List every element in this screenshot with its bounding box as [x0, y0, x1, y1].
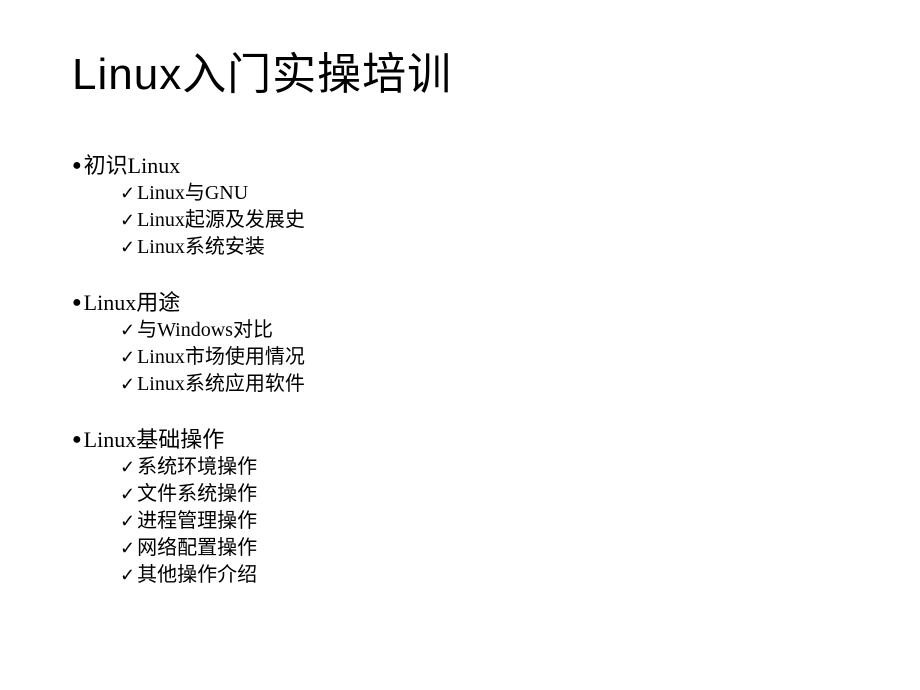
list-item-text: Linux与GNU: [137, 180, 248, 207]
list-item-text: 网络配置操作: [137, 535, 257, 562]
list-item-text: Linux市场使用情况: [137, 344, 305, 371]
section-header-text: 初识Linux: [84, 152, 181, 180]
section-header-text: Linux用途: [84, 289, 181, 317]
check-icon: ✓: [120, 535, 135, 562]
sub-list: ✓ 与Windows对比 ✓ Linux市场使用情况 ✓ Linux系统应用软件: [120, 317, 848, 398]
list-item: ✓ Linux市场使用情况: [120, 344, 848, 371]
list-item-text: Linux系统应用软件: [137, 371, 305, 398]
bullet-icon: ●: [72, 152, 82, 180]
check-icon: ✓: [120, 180, 135, 207]
list-item: ✓ Linux系统应用软件: [120, 371, 848, 398]
list-item: ✓ 网络配置操作: [120, 535, 848, 562]
list-item-text: 其他操作介绍: [137, 562, 257, 589]
section-2: ● Linux用途 ✓ 与Windows对比 ✓ Linux市场使用情况 ✓ L…: [72, 289, 848, 398]
list-item-text: Linux系统安装: [137, 234, 265, 261]
list-item-text: 与Windows对比: [137, 317, 273, 344]
sub-list: ✓ 系统环境操作 ✓ 文件系统操作 ✓ 进程管理操作 ✓ 网络配置操作 ✓ 其他…: [120, 454, 848, 589]
check-icon: ✓: [120, 508, 135, 535]
slide-title: Linux入门实操培训: [72, 38, 848, 102]
section-header: ● 初识Linux: [72, 152, 848, 180]
section-header: ● Linux基础操作: [72, 426, 848, 454]
sub-list: ✓ Linux与GNU ✓ Linux起源及发展史 ✓ Linux系统安装: [120, 180, 848, 261]
bullet-icon: ●: [72, 426, 82, 454]
list-item-text: 系统环境操作: [137, 454, 257, 481]
list-item: ✓ Linux与GNU: [120, 180, 848, 207]
section-3: ● Linux基础操作 ✓ 系统环境操作 ✓ 文件系统操作 ✓ 进程管理操作 ✓…: [72, 426, 848, 589]
list-item: ✓ 系统环境操作: [120, 454, 848, 481]
list-item-text: Linux起源及发展史: [137, 207, 305, 234]
section-header-text: Linux基础操作: [84, 426, 225, 454]
list-item-text: 进程管理操作: [137, 508, 257, 535]
section-header: ● Linux用途: [72, 289, 848, 317]
check-icon: ✓: [120, 454, 135, 481]
list-item: ✓ 进程管理操作: [120, 508, 848, 535]
check-icon: ✓: [120, 562, 135, 589]
bullet-icon: ●: [72, 289, 82, 317]
list-item: ✓ 文件系统操作: [120, 481, 848, 508]
list-item: ✓ 其他操作介绍: [120, 562, 848, 589]
list-item: ✓ Linux系统安装: [120, 234, 848, 261]
list-item-text: 文件系统操作: [137, 481, 257, 508]
section-1: ● 初识Linux ✓ Linux与GNU ✓ Linux起源及发展史 ✓ Li…: [72, 152, 848, 261]
check-icon: ✓: [120, 371, 135, 398]
list-item: ✓ Linux起源及发展史: [120, 207, 848, 234]
check-icon: ✓: [120, 317, 135, 344]
check-icon: ✓: [120, 344, 135, 371]
check-icon: ✓: [120, 234, 135, 261]
check-icon: ✓: [120, 207, 135, 234]
check-icon: ✓: [120, 481, 135, 508]
list-item: ✓ 与Windows对比: [120, 317, 848, 344]
